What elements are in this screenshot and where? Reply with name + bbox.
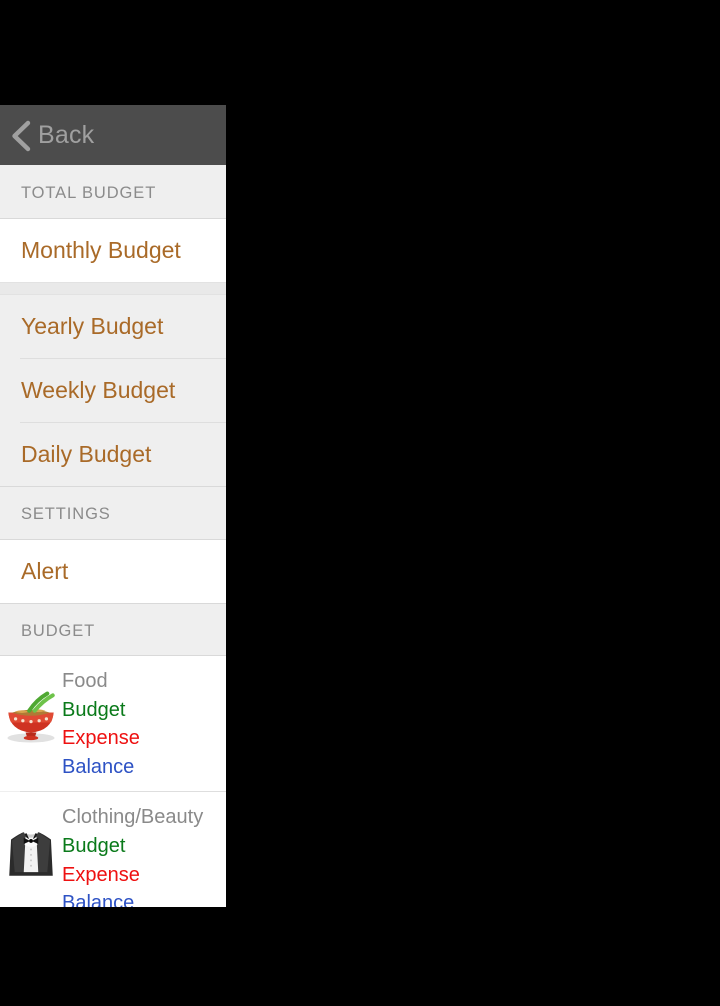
ramen-bowl-icon — [0, 667, 62, 747]
sidebar-item-yearly-budget[interactable]: Yearly Budget — [0, 295, 226, 358]
sidebar-item-label: Alert — [21, 558, 69, 584]
back-button-label[interactable]: Back — [38, 122, 94, 148]
navigation-bar: Back — [0, 105, 226, 165]
sidebar-item-alert[interactable]: Alert — [0, 540, 226, 603]
budget-item-title: Food — [62, 670, 108, 692]
screen-root: Back TOTAL BUDGET Monthly Budget Yearly … — [0, 0, 720, 1006]
list-item[interactable]: Food Budget Expense Balance — [0, 656, 226, 792]
budget-item-balance-label: Balance — [62, 892, 135, 907]
section-spacer — [0, 282, 226, 295]
sidebar-item-label: Yearly Budget — [21, 313, 164, 339]
budget-item-budget-label: Budget — [62, 698, 126, 721]
tuxedo-icon — [0, 803, 62, 883]
budget-item-lines: Clothing/Beauty Budget Expense Balance — [62, 803, 226, 907]
sidebar-item-label: Monthly Budget — [21, 237, 181, 263]
budget-item-expense-label: Expense — [62, 863, 140, 886]
section-header-settings: SETTINGS — [0, 487, 226, 539]
sidebar-panel: Back TOTAL BUDGET Monthly Budget Yearly … — [0, 105, 226, 907]
section-header-total-budget: TOTAL BUDGET — [0, 165, 226, 218]
budget-item-expense-label: Expense — [62, 727, 140, 750]
sidebar-item-daily-budget[interactable]: Daily Budget — [0, 423, 226, 486]
sidebar-item-label: Weekly Budget — [21, 377, 176, 403]
budget-item-title: Clothing/Beauty — [62, 806, 204, 829]
budget-item-lines: Food Budget Expense Balance — [62, 667, 226, 781]
sidebar-item-label: Daily Budget — [21, 441, 152, 467]
list-item[interactable]: Clothing/Beauty Budget Expense Balance — [0, 792, 226, 907]
sidebar-item-weekly-budget[interactable]: Weekly Budget — [0, 359, 226, 422]
budget-item-budget-label: Budget — [62, 834, 126, 857]
section-header-budget: BUDGET — [0, 604, 226, 655]
chevron-left-icon[interactable] — [10, 120, 32, 152]
budget-item-balance-label: Balance — [62, 755, 135, 778]
sidebar-item-monthly-budget[interactable]: Monthly Budget — [0, 219, 226, 282]
